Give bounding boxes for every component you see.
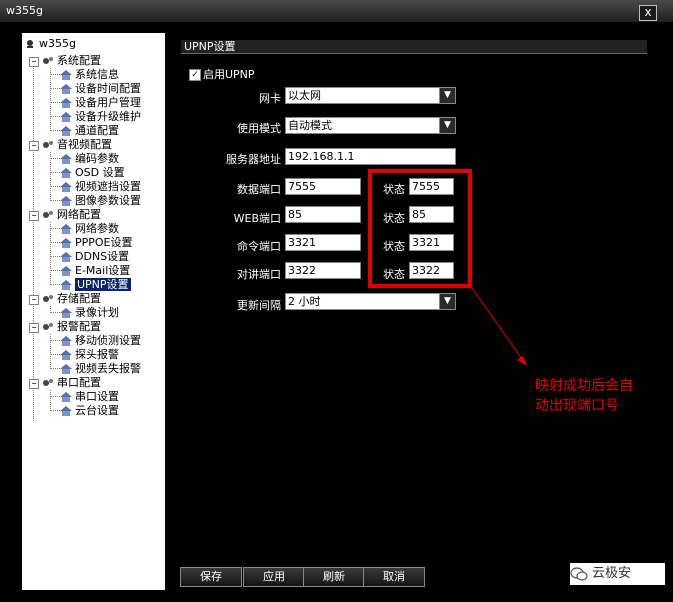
cancel-button[interactable]: 取消 (363, 567, 425, 587)
annotation-arrow (471, 287, 527, 366)
wechat-icon (570, 566, 588, 581)
annotation-note: 映射成功后会自 动出现端口号 (535, 378, 633, 414)
refresh-button[interactable]: 刷新 (303, 567, 365, 587)
save-button[interactable]: 保存 (180, 567, 242, 587)
watermark: 云极安 (570, 563, 665, 585)
apply-button[interactable]: 应用 (243, 567, 305, 587)
